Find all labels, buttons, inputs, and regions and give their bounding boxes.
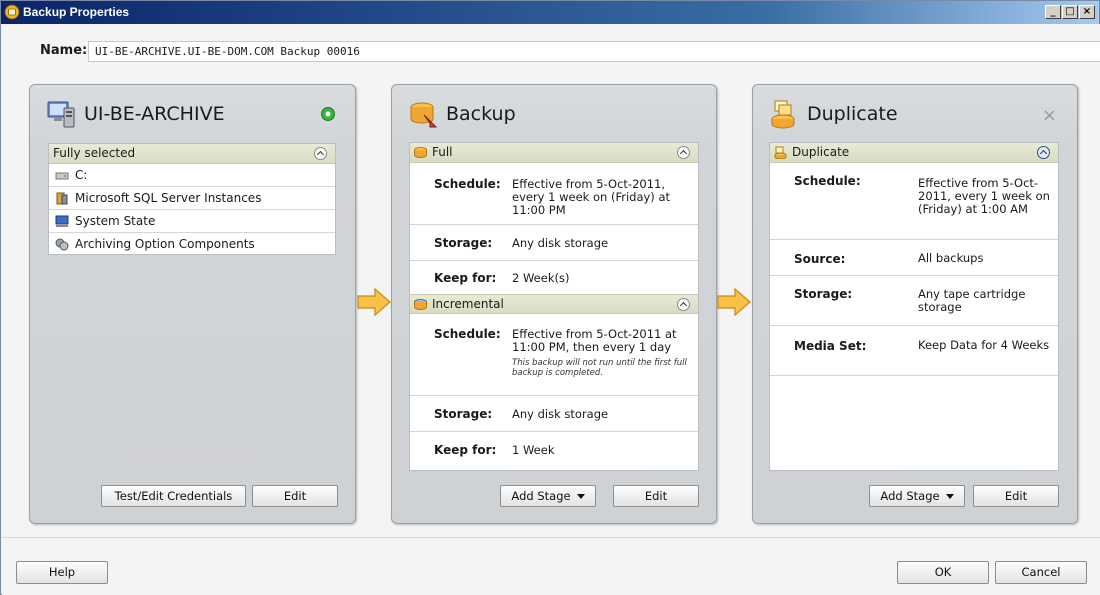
list-item[interactable]: Archiving Option Components: [49, 233, 335, 256]
fully-selected-label: Fully selected: [53, 146, 136, 160]
list-item-label: Archiving Option Components: [75, 237, 255, 251]
incremental-keep-value: 1 Week: [512, 443, 555, 457]
incremental-schedule-block: Effective from 5-Oct-2011 at 11:00 PM, t…: [512, 327, 688, 379]
collapse-icon[interactable]: [677, 298, 690, 311]
backup-panel-title: Backup: [446, 103, 516, 125]
flow-arrow-icon: [357, 287, 391, 317]
duplicate-stage-header[interactable]: Duplicate: [770, 143, 1058, 163]
list-item-label: Microsoft SQL Server Instances: [75, 191, 262, 205]
footer-divider: [2, 537, 1100, 538]
duplicate-add-stage-button[interactable]: Add Stage: [869, 485, 965, 507]
backup-add-stage-button[interactable]: Add Stage: [500, 485, 596, 507]
incremental-schedule-row[interactable]: Schedule: Effective from 5-Oct-2011 at 1…: [410, 314, 698, 396]
duplicate-schedule-row[interactable]: Schedule: Effective from 5-Oct-2011, eve…: [770, 163, 1058, 240]
duplicate-edit-button[interactable]: Edit: [973, 485, 1059, 507]
full-storage-row[interactable]: Storage: Any disk storage: [410, 225, 698, 261]
full-storage-key: Storage:: [434, 236, 493, 250]
full-schedule-row[interactable]: Schedule: Effective from 5-Oct-2011, eve…: [410, 163, 698, 225]
dropdown-arrow-icon: [576, 494, 585, 499]
duplicate-source-value: All backups: [918, 251, 984, 265]
incremental-storage-key: Storage:: [434, 407, 493, 421]
incremental-schedule-value: Effective from 5-Oct-2011 at 11:00 PM, t…: [512, 327, 677, 354]
full-schedule-value: Effective from 5-Oct-2011, every 1 week …: [512, 177, 671, 217]
server-icon: [47, 101, 75, 128]
archiving-components-icon: [55, 238, 69, 251]
window-title: Backup Properties: [23, 5, 130, 19]
backup-edit-button[interactable]: Edit: [613, 485, 699, 507]
duplicate-schedule-value: Effective from 5-Oct-2011, every 1 week …: [918, 176, 1050, 216]
duplicate-media-set-row[interactable]: Media Set: Keep Data for 4 Weeks: [770, 326, 1058, 376]
dropdown-arrow-icon: [945, 494, 954, 499]
duplicate-media-set-value: Keep Data for 4 Weeks: [918, 338, 1050, 352]
list-item-label: C:: [75, 168, 88, 182]
system-state-icon: [55, 215, 69, 227]
backup-icon: [410, 102, 438, 128]
source-panel-title: UI-BE-ARCHIVE: [84, 103, 225, 125]
incremental-schedule-key: Schedule:: [434, 327, 501, 341]
list-item[interactable]: C:: [49, 164, 335, 187]
duplicate-storage-row[interactable]: Storage: Any tape cartridge storage: [770, 276, 1058, 326]
backup-panel: Backup Full Schedule: Effective from 5-O…: [391, 84, 717, 524]
backup-properties-window: Backup Properties _ □ × Name: UI-BE-ARCH…: [0, 0, 1100, 595]
minimize-button[interactable]: _: [1045, 5, 1061, 19]
duplicate-source-row[interactable]: Source: All backups: [770, 240, 1058, 276]
source-panel: UI-BE-ARCHIVE Fully selected C: Microsof…: [29, 84, 356, 524]
duplicate-icon: [771, 100, 795, 129]
ok-button[interactable]: OK: [897, 561, 989, 584]
duplicate-storage-value: Any tape cartridge storage: [918, 287, 1026, 314]
help-button[interactable]: Help: [16, 561, 108, 584]
incremental-schedule-note: This backup will not run until the first…: [512, 358, 687, 378]
source-selection-list: Fully selected C: Microsoft SQL Server I…: [48, 143, 336, 255]
close-button[interactable]: ×: [1079, 5, 1095, 19]
collapse-icon[interactable]: [677, 146, 690, 159]
add-stage-label: Add Stage: [511, 489, 571, 503]
full-stage-label: Full: [432, 145, 453, 159]
duplicate-stage: Duplicate Schedule: Effective from 5-Oct…: [769, 142, 1059, 471]
duplicate-media-set-key: Media Set:: [794, 339, 867, 353]
incremental-backup-icon: [414, 299, 427, 310]
incremental-stage-header[interactable]: Incremental: [410, 294, 698, 314]
name-input[interactable]: UI-BE-ARCHIVE.UI-BE-DOM.COM Backup 00016: [88, 41, 1100, 62]
backup-app-icon: [4, 4, 20, 20]
status-ok-icon: [321, 107, 335, 121]
name-label: Name:: [40, 43, 88, 58]
sql-server-icon: [56, 192, 68, 205]
full-schedule-key: Schedule:: [434, 177, 501, 191]
incremental-stage-label: Incremental: [432, 297, 504, 311]
backup-stages: Full Schedule: Effective from 5-Oct-2011…: [409, 142, 699, 471]
add-stage-label: Add Stage: [880, 489, 940, 503]
full-backup-icon: [414, 147, 427, 158]
incremental-storage-value: Any disk storage: [512, 407, 609, 421]
list-item[interactable]: Microsoft SQL Server Instances: [49, 187, 335, 210]
dialog-content: Name: UI-BE-ARCHIVE.UI-BE-DOM.COM Backup…: [2, 24, 1100, 595]
full-keep-value: 2 Week(s): [512, 271, 570, 285]
full-keep-key: Keep for:: [434, 271, 497, 285]
duplicate-panel-title: Duplicate: [807, 103, 898, 125]
duplicate-small-icon: [774, 146, 787, 159]
incremental-keep-key: Keep for:: [434, 443, 497, 457]
duplicate-panel: Duplicate × Duplicate Schedule: Effectiv…: [752, 84, 1078, 524]
collapse-icon[interactable]: [1037, 146, 1050, 159]
duplicate-storage-key: Storage:: [794, 287, 853, 301]
full-stage-header[interactable]: Full: [410, 143, 698, 163]
duplicate-stage-label: Duplicate: [792, 145, 850, 159]
full-keep-row[interactable]: Keep for: 2 Week(s): [410, 261, 698, 294]
remove-stage-icon[interactable]: ×: [1042, 105, 1057, 126]
duplicate-source-key: Source:: [794, 252, 846, 266]
collapse-icon[interactable]: [314, 147, 327, 160]
incremental-storage-row[interactable]: Storage: Any disk storage: [410, 396, 698, 432]
drive-icon: [55, 172, 69, 180]
maximize-button[interactable]: □: [1062, 5, 1078, 19]
duplicate-schedule-key: Schedule:: [794, 174, 861, 188]
flow-arrow-icon: [717, 287, 751, 317]
title-bar[interactable]: Backup Properties _ □ ×: [1, 1, 1099, 24]
full-storage-value: Any disk storage: [512, 236, 609, 250]
list-item[interactable]: System State: [49, 210, 335, 233]
fully-selected-header[interactable]: Fully selected: [49, 144, 335, 164]
list-item-label: System State: [75, 214, 156, 228]
incremental-keep-row[interactable]: Keep for: 1 Week: [410, 432, 698, 466]
cancel-button[interactable]: Cancel: [995, 561, 1087, 584]
source-edit-button[interactable]: Edit: [252, 485, 338, 507]
test-edit-credentials-button[interactable]: Test/Edit Credentials: [101, 485, 246, 507]
